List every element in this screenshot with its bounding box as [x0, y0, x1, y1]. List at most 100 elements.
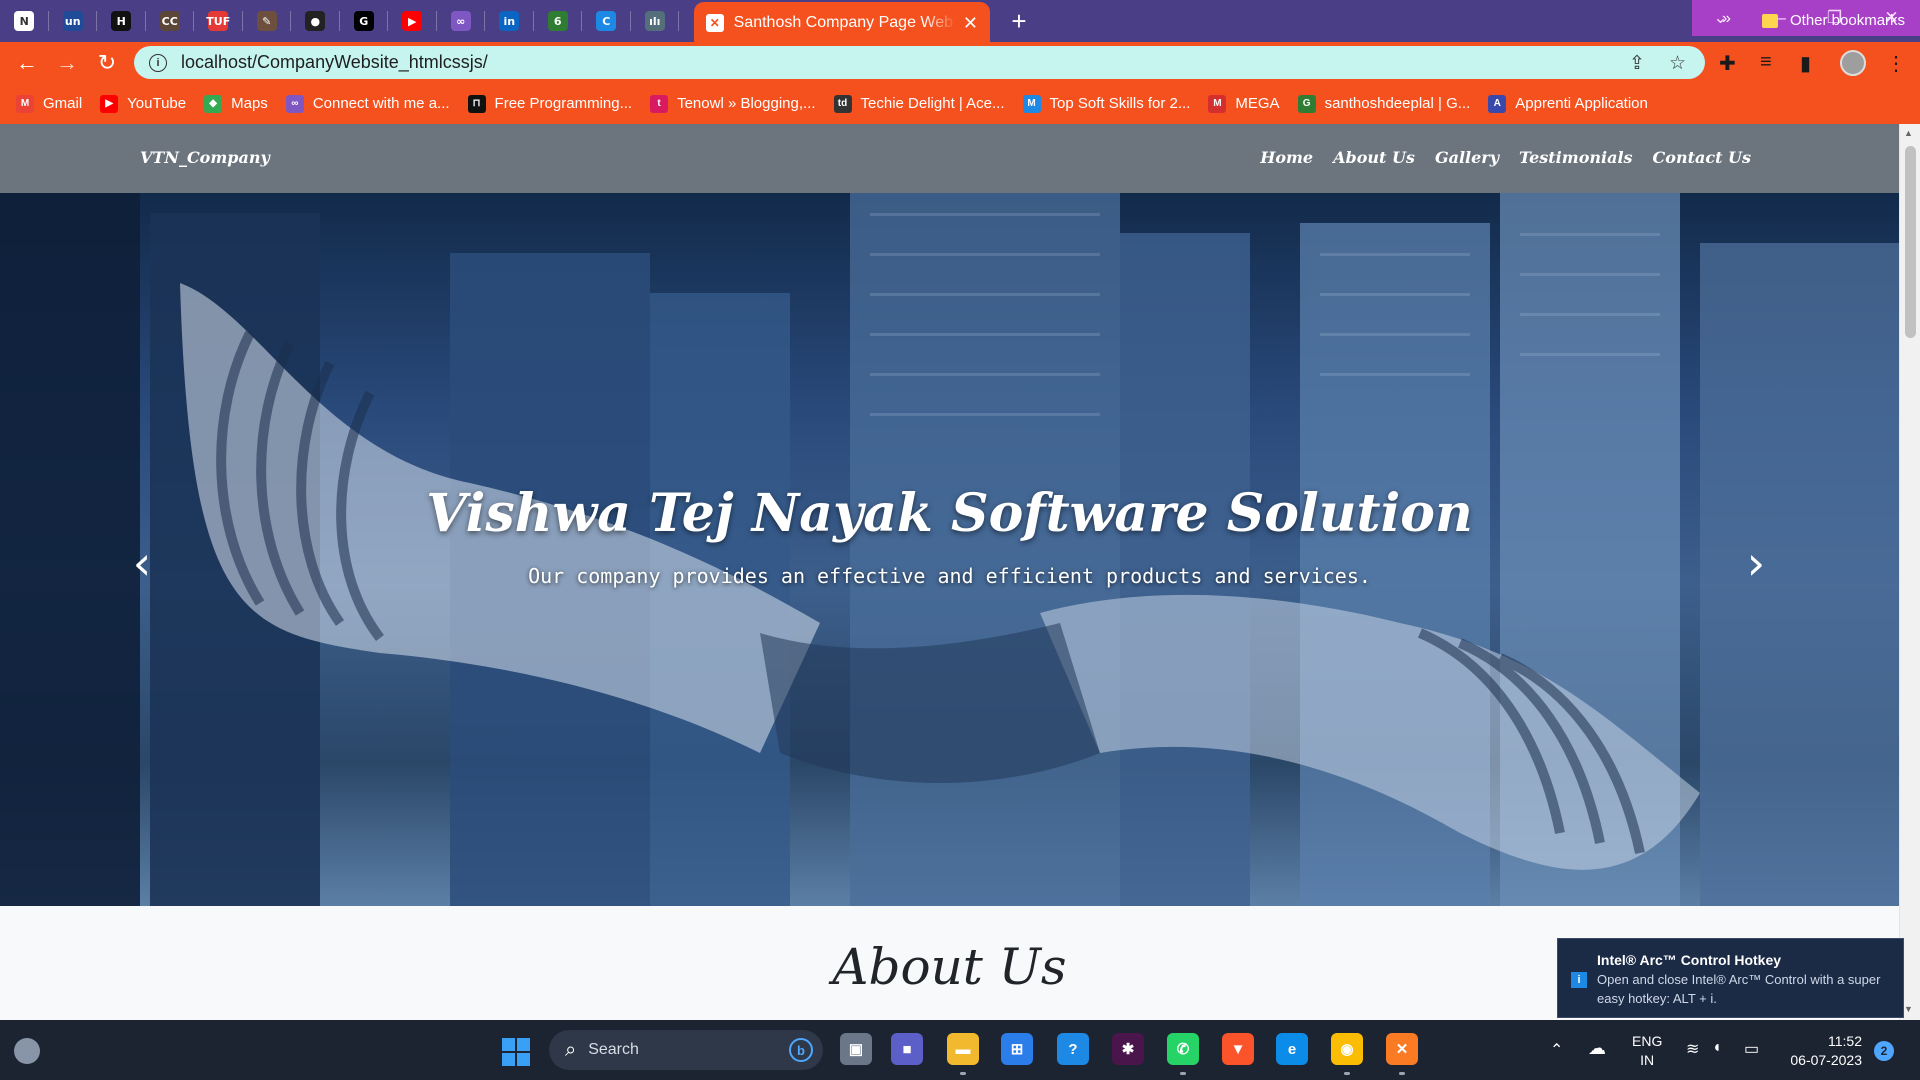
other-bookmarks[interactable]: Other bookmarks [1762, 0, 1905, 41]
bookmark-item[interactable]: t Tenowl » Blogging,... [650, 94, 816, 113]
extensions-icon[interactable]: ✚ [1719, 51, 1736, 76]
site-brand[interactable]: VTN_Company [140, 148, 270, 167]
language-indicator[interactable]: ENG IN [1632, 1032, 1662, 1070]
pinned-tab[interactable]: un [49, 0, 98, 42]
active-tab[interactable]: ✕ Santhosh Company Page Web Site ✕ [694, 2, 990, 44]
cisco-icon: ılı [644, 11, 665, 31]
address-bar[interactable]: i localhost/CompanyWebsite_htmlcssjs/ ⇪ … [134, 46, 1705, 79]
pinned-tab[interactable]: ∞ [437, 0, 486, 42]
site-info-icon[interactable]: i [149, 53, 167, 72]
notification-badge[interactable]: 2 [1874, 1041, 1894, 1061]
c-icon: C [596, 11, 617, 31]
pinned-tab[interactable]: 6 [534, 0, 583, 42]
menu-icon[interactable]: ⋮ [1886, 51, 1906, 76]
bookmark-item[interactable]: M Gmail [16, 94, 82, 113]
weather-icon[interactable] [14, 1038, 40, 1064]
bing-icon[interactable]: b [789, 1038, 813, 1062]
bookmark-star-icon[interactable]: ☆ [1669, 52, 1686, 75]
wifi-icon[interactable]: ≋ [1686, 1039, 1699, 1059]
reload-icon[interactable]: ↻ [93, 49, 121, 77]
teams-chat-icon[interactable]: ■ [891, 1033, 923, 1065]
pinned-tab[interactable]: TUF [194, 0, 243, 42]
profile-avatar[interactable] [1840, 50, 1866, 76]
bookmark-label: MEGA [1235, 95, 1280, 112]
bookmark-item[interactable]: Gsanthoshdeeplal | G... [1297, 94, 1471, 113]
address-url[interactable]: localhost/CompanyWebsite_htmlcssjs/ [181, 52, 488, 73]
new-tab-button[interactable]: + [1004, 6, 1034, 36]
programming-icon: ⊓ [467, 94, 486, 113]
youtube-icon: ▶ [402, 11, 423, 31]
whatsapp-icon[interactable]: ✆ [1167, 1033, 1199, 1065]
tab-search-icon[interactable]: ⌄ [1692, 0, 1749, 36]
system-clock[interactable]: 11:52 06-07-2023 [1776, 1032, 1862, 1070]
slack-icon[interactable]: ✱ [1112, 1033, 1144, 1065]
taskbar-search[interactable]: ⌕ Search b [549, 1030, 823, 1070]
nav-contact-us[interactable]: Contact Us [1653, 148, 1751, 167]
more-bookmarks-icon[interactable]: » [1722, 10, 1731, 28]
other-bookmarks-label: Other bookmarks [1790, 12, 1906, 29]
nav-about-us[interactable]: About Us [1333, 148, 1415, 167]
pinned-tab[interactable]: N [0, 0, 49, 42]
edge-icon[interactable]: e [1276, 1033, 1308, 1065]
youtube-icon: ▶ [100, 94, 119, 113]
forward-icon[interactable]: → [53, 49, 81, 77]
scroll-down-icon[interactable]: ▼ [1904, 1004, 1913, 1014]
brave-icon[interactable]: ▼ [1222, 1033, 1254, 1065]
xampp-icon[interactable]: ✕ [1386, 1033, 1418, 1065]
page-scrollbar[interactable]: ▲ ▼ [1899, 124, 1920, 1020]
apprenti-icon: A [1488, 94, 1507, 113]
language-bottom: IN [1640, 1052, 1655, 1068]
pen-icon: ✎ [256, 11, 277, 31]
scroll-up-icon[interactable]: ▲ [1904, 128, 1913, 138]
nav-home[interactable]: Home [1260, 148, 1313, 167]
tuf-icon: TUF [206, 11, 230, 31]
pinned-tab[interactable]: H [97, 0, 146, 42]
share-icon[interactable]: ⇪ [1629, 52, 1645, 75]
bookmark-item[interactable]: ∞ Connect with me a... [285, 94, 450, 113]
soft-skills-icon: M [1022, 94, 1041, 113]
bookmark-item[interactable]: ◆ Maps [204, 94, 268, 113]
pinned-tab[interactable]: ▶ [388, 0, 437, 42]
volume-icon[interactable]: ◖ [1712, 1039, 1722, 1057]
store-icon[interactable]: ⊞ [1001, 1033, 1033, 1065]
onedrive-icon[interactable]: ☁ [1588, 1038, 1606, 1059]
start-icon[interactable] [502, 1038, 530, 1066]
back-icon[interactable]: ← [13, 49, 41, 77]
bookmark-item[interactable]: A Apprenti Application [1488, 94, 1648, 113]
battery-icon[interactable]: ▭ [1744, 1039, 1759, 1059]
site-navbar: VTN_Company Home About Us Gallery Testim… [0, 124, 1899, 193]
notification-title: Intel® Arc™ Control Hotkey [1597, 952, 1782, 968]
windows-taskbar: ⌕ Search b ▣ ■ ▬ ⊞? ✱ ✆ ▼ e ◉ ✕ ⌃ ☁ ENG IN ≋ ◖ ▭ … [0, 1020, 1920, 1080]
file-explorer-icon[interactable]: ▬ [947, 1033, 979, 1065]
side-panel-icon[interactable]: ▮ [1800, 51, 1811, 76]
pinned-tab[interactable]: ● [291, 0, 340, 42]
bookmarks-bar: M Gmail ▶ YouTube ◆ Maps ∞ Connect with me a...… [0, 83, 1920, 124]
nav-testimonials[interactable]: Testimonials [1519, 148, 1633, 167]
pinned-tab[interactable]: ✎ [243, 0, 292, 42]
running-indicator [1344, 1072, 1350, 1075]
pinned-tab[interactable]: G [340, 0, 389, 42]
pinned-tab[interactable]: ılı [631, 0, 680, 42]
show-hidden-icons-icon[interactable]: ⌃ [1550, 1040, 1563, 1060]
help-icon[interactable]: ? [1057, 1033, 1089, 1065]
reading-list-icon[interactable]: ≡ [1760, 51, 1772, 74]
bookmark-item[interactable]: M MEGA [1208, 94, 1280, 113]
bookmark-item[interactable]: M Top Soft Skills for 2... [1022, 94, 1190, 113]
scrollbar-thumb[interactable] [1905, 146, 1916, 338]
pinned-tab[interactable]: in [485, 0, 534, 42]
close-tab-icon[interactable]: ✕ [963, 13, 978, 34]
chrome-icon[interactable]: ◉ [1331, 1033, 1363, 1065]
bookmark-item[interactable]: td Techie Delight | Ace... [833, 94, 1005, 113]
carousel-next-icon[interactable]: › [1736, 533, 1776, 593]
task-view-icon[interactable]: ▣ [840, 1033, 872, 1065]
pinned-tab[interactable]: CC [146, 0, 195, 42]
hero-background-image [0, 193, 1899, 906]
bookmark-item[interactable]: ▶ YouTube [100, 94, 186, 113]
github-icon: ● [305, 11, 326, 31]
bookmark-item[interactable]: ⊓ Free Programming... [467, 94, 632, 113]
bookmark-label: santhoshdeeplal | G... [1324, 95, 1471, 112]
nav-gallery[interactable]: Gallery [1435, 148, 1499, 167]
pinned-tab[interactable]: C [582, 0, 631, 42]
intel-arc-notification[interactable]: i Intel® Arc™ Control Hotkey Open and cl… [1557, 938, 1904, 1018]
page-viewport: VTN_Company Home About Us Gallery Testim… [0, 124, 1899, 1020]
